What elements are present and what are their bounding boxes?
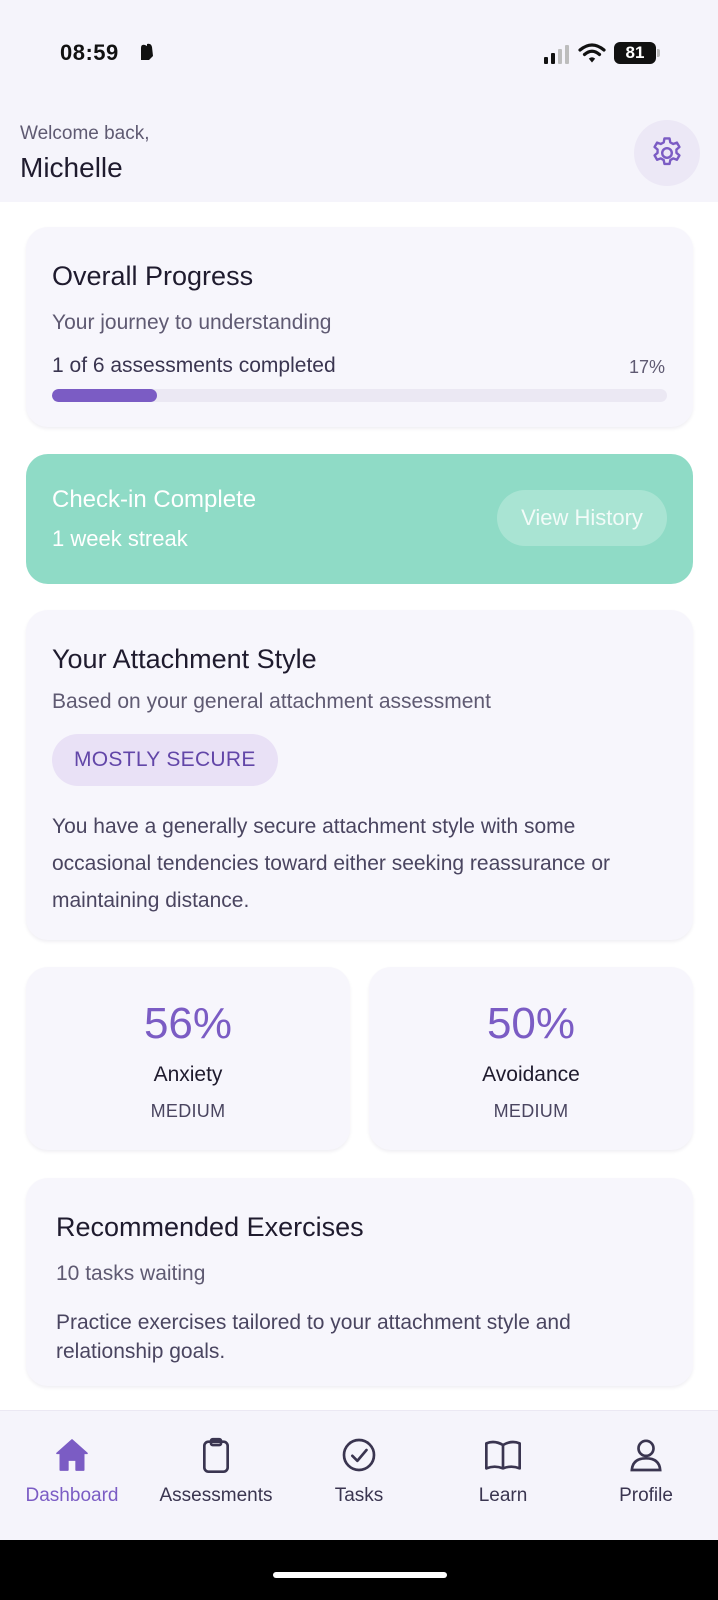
overall-progress-card: Overall Progress Your journey to underst… (26, 227, 693, 427)
recommended-exercises-card[interactable]: Recommended Exercises 10 tasks waiting P… (26, 1178, 693, 1386)
focus-mode-icon (141, 43, 153, 60)
settings-button[interactable] (634, 120, 700, 186)
nav-label: Dashboard (25, 1485, 119, 1506)
system-home-bar (0, 1540, 718, 1600)
wifi-icon (578, 43, 606, 63)
signal-icon (544, 45, 569, 64)
nav-assessments[interactable]: Assessments (146, 1435, 286, 1535)
welcome-text: Welcome back, (20, 123, 150, 144)
user-icon (630, 1439, 662, 1472)
user-name: Michelle (20, 152, 123, 183)
progress-track (52, 389, 667, 402)
bottom-nav: Dashboard Assessments Tasks Learn Profil… (0, 1410, 718, 1540)
metric-level: MEDIUM (150, 1101, 226, 1121)
status-time: 08:59 (60, 40, 119, 65)
check-circle-icon (342, 1438, 376, 1472)
home-indicator[interactable] (273, 1572, 447, 1578)
clipboard-icon (203, 1437, 229, 1473)
card-title: Recommended Exercises (56, 1212, 364, 1242)
attachment-style-badge: MOSTLY SECURE (52, 734, 278, 786)
nav-learn[interactable]: Learn (433, 1435, 573, 1535)
progress-fill (52, 389, 157, 402)
checkin-card: Check-in Complete 1 week streak View His… (26, 454, 693, 584)
avoidance-metric-card[interactable]: 50% Avoidance MEDIUM (369, 967, 693, 1150)
status-bar: 08:59 81 (0, 0, 718, 100)
checkin-title: Check-in Complete (52, 486, 257, 513)
exercises-description: Practice exercises tailored to your atta… (56, 1311, 571, 1363)
progress-percent: 17% (628, 357, 665, 377)
metric-value: 56% (143, 999, 233, 1048)
metric-value: 50% (486, 999, 576, 1048)
header: 08:59 81 Welcome back, Michelle (0, 0, 718, 202)
attachment-description: You have a generally secure attachment s… (52, 815, 610, 912)
nav-label: Tasks (334, 1485, 384, 1506)
nav-label: Profile (619, 1485, 673, 1506)
nav-profile[interactable]: Profile (576, 1435, 716, 1535)
card-subtitle: Based on your general attachment assessm… (52, 690, 491, 713)
nav-label: Assessments (159, 1485, 273, 1506)
card-title: Overall Progress (52, 261, 254, 291)
metric-level: MEDIUM (493, 1101, 569, 1121)
checkin-streak: 1 week streak (52, 526, 188, 551)
nav-label: Learn (478, 1485, 528, 1506)
nav-tasks[interactable]: Tasks (289, 1435, 429, 1535)
home-icon (56, 1439, 88, 1471)
metric-label: Avoidance (482, 1063, 580, 1086)
view-history-button[interactable]: View History (497, 490, 667, 546)
gear-icon (653, 137, 681, 166)
attachment-style-card[interactable]: Your Attachment Style Based on your gene… (26, 610, 693, 940)
nav-dashboard[interactable]: Dashboard (2, 1435, 142, 1535)
progress-summary: 1 of 6 assessments completed (52, 354, 336, 377)
book-icon (485, 1440, 521, 1470)
battery-indicator: 81 (614, 42, 660, 64)
card-subtitle: Your journey to understanding (52, 311, 332, 334)
card-title: Your Attachment Style (52, 644, 317, 674)
metric-label: Anxiety (153, 1063, 223, 1086)
card-subtitle: 10 tasks waiting (56, 1262, 206, 1285)
anxiety-metric-card[interactable]: 56% Anxiety MEDIUM (26, 967, 350, 1150)
